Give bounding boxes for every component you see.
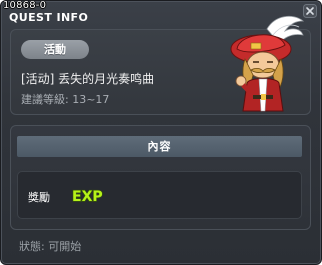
quest-info-window: 10868-0 QUEST INFO 活動 [活动] 丢失的月光奏鸣曲 建議等級… [0,0,322,265]
content-header: 內容 [17,136,302,157]
exp-icon[interactable]: EXP [70,181,106,211]
close-icon[interactable] [303,4,317,18]
reward-box: 獎勵 EXP [17,171,302,219]
recommended-level: 建議等級: 13~17 [21,93,110,106]
quest-status: 狀態: 可開始 [19,240,82,253]
quest-name: [活动] 丢失的月光奏鸣曲 [21,72,155,86]
window-title: QUEST INFO [9,11,89,24]
quest-id-label: 10868-0 [3,0,47,11]
category-badge: 活動 [21,40,89,59]
quest-content-panel: 內容 獎勵 EXP [10,125,311,230]
reward-label: 獎勵 [28,191,50,204]
exp-text: EXP [72,189,103,205]
npc-portrait-icon [230,15,305,112]
